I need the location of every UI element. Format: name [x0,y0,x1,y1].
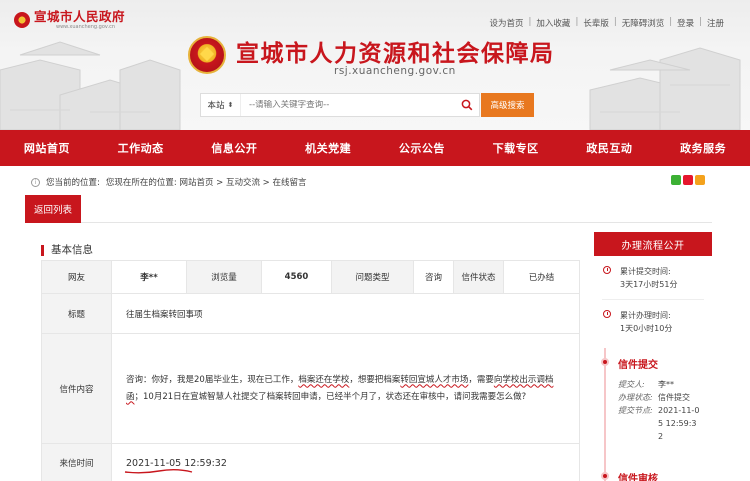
breadcrumb: i 您当前的位置: 您现在所在的位置: 网站首页 > 互动交流 > 在线留言 [31,176,307,188]
table-row: 网友 李** 浏览量 4560 问题类型 咨询 信件状态 已办结 [41,260,580,294]
set-homepage-link[interactable]: 设为首页 [490,17,524,29]
breadcrumb-prefix: 您当前的位置: [46,178,100,188]
title-value: 往届生档案转回事项 [111,293,580,334]
submitter-label: 提交人: [618,380,645,389]
info-icon: i [31,177,40,187]
highlight-text: 转回宣城人才市场 [400,374,469,385]
divider [602,299,704,300]
time-label: 来信时间 [41,443,112,481]
gov-domain: www.xuancheng.gov.cn [56,24,115,30]
nav-home[interactable]: 网站首页 [0,130,94,166]
back-bar: 返回列表 [25,195,712,223]
search-input[interactable] [241,100,455,110]
total-submit-stat: 累计提交时间: 3天17小时51分 [594,265,712,291]
handle-status-value: 信件提交 [658,393,690,402]
total-handle-value: 1天0小时10分 [620,324,673,333]
divider: | [528,17,532,27]
divider: | [613,17,617,27]
nav-work-news[interactable]: 工作动态 [94,130,188,166]
total-submit-label: 累计提交时间: [620,267,671,276]
letter-content: 咨询：你好，我是20届毕业生，现在已工作，档案还在学校，想要把档案转回宣城人才市… [111,333,580,444]
updown-arrow-icon: ⬍ [227,101,234,109]
divider: | [699,17,702,27]
type-label: 问题类型 [331,260,414,294]
highlight-text: 档案还在学校 [298,374,350,385]
add-favorite-link[interactable]: 加入收藏 [536,17,570,29]
process-panel-title: 办理流程公开 [594,232,712,256]
views-label: 浏览量 [186,260,262,294]
site-title: 宣城市人力资源和社会保障局 [236,41,555,67]
nav-info-disclosure[interactable]: 信息公开 [188,130,282,166]
nav-downloads[interactable]: 下载专区 [469,130,563,166]
nav-services[interactable]: 政务服务 [656,130,750,166]
user-label: 网友 [41,260,112,294]
search-scope-value: 本站 [207,101,225,111]
time-cell: 2021-11-05 12:59:32 [111,443,580,481]
process-panel: 办理流程公开 累计提交时间: 3天17小时51分 累计办理时间: 1天0小时10… [594,232,712,481]
site-domain: rsj.xuancheng.gov.cn [334,65,456,77]
step-submit-title: 信件提交 [618,360,658,371]
gov-name: 宣城市人民政府 [34,9,126,24]
submit-time-label: 提交节点: [618,406,653,415]
content-text: ，想要把档案 [349,374,401,385]
total-handle-stat: 累计办理时间: 1天0小时10分 [594,309,712,335]
back-to-list-button[interactable]: 返回列表 [25,195,81,223]
table-row: 信件内容 咨询：你好，我是20届毕业生，现在已工作，档案还在学校，想要把档案转回… [41,333,580,444]
main-nav: 网站首页 工作动态 信息公开 机关党建 公示公告 下载专区 政民互动 政务服务 [0,130,750,166]
register-link[interactable]: 注册 [707,17,724,29]
views-value: 4560 [261,260,332,294]
status-label: 信件状态 [453,260,504,294]
total-handle-label: 累计办理时间: [620,311,671,320]
clock-icon [603,310,611,318]
table-row: 来信时间 2021-11-05 12:59:32 [41,443,580,481]
content-text: ，需要 [468,374,494,385]
weibo-icon[interactable] [683,175,693,185]
search-box: 本站 ⬍ [200,93,480,117]
submitter-value: 李** [658,380,674,389]
user-value: 李** [111,260,187,294]
content-text: 咨询：你好，我是20届毕业生，现在已工作， [126,374,299,385]
time-value-wrap: 2021-11-05 12:59:32 [124,458,227,473]
share-buttons [671,175,705,185]
step-review-title: 信件审核 [618,474,658,481]
nav-notices[interactable]: 公示公告 [375,130,469,166]
table-row: 标题 往届生档案转回事项 [41,293,580,334]
top-links: 设为首页 | 加入收藏 | 长辈版 | 无障碍浏览 | 登录 | 注册 [490,17,724,29]
breadcrumb-path[interactable]: 您现在所在的位置: 网站首页 > 互动交流 > 在线留言 [106,176,307,188]
nav-interaction[interactable]: 政民互动 [563,130,657,166]
content-text: ；10月21日在宣城智慧人社提交了档案转回申请，已经半个月了，状态还在审核中，请… [134,391,527,402]
handwritten-underline [124,468,193,473]
type-value: 咨询 [413,260,454,294]
site-emblem-icon [188,36,226,74]
status-value: 已办结 [503,260,580,294]
step-submit-detail: 提交人: 李** 办理状态: 信件提交 提交节点: 2021-11-05 12:59:… [618,378,700,443]
section-title: 基本信息 [41,245,93,256]
search-icon[interactable] [455,94,479,116]
gov-logo[interactable]: 宣城市人民政府 www.xuancheng.gov.cn [14,10,125,30]
basic-info-table: 网友 李** 浏览量 4560 问题类型 咨询 信件状态 已办结 标题 往届生档… [41,260,580,481]
submit-time-value: 2021-11-05 12:59:32 [658,406,700,441]
title-label: 标题 [41,293,112,334]
login-link[interactable]: 登录 [677,17,694,29]
content-label: 信件内容 [41,333,112,444]
advanced-search-button[interactable]: 高级搜索 [481,93,534,117]
search-scope-select[interactable]: 本站 ⬍ [201,94,241,116]
national-emblem-icon [14,12,30,28]
timeline-line [604,348,606,481]
clock-icon [603,266,611,274]
nav-party[interactable]: 机关党建 [281,130,375,166]
accessibility-link[interactable]: 无障碍浏览 [622,17,665,29]
elder-version-link[interactable]: 长辈版 [583,17,609,29]
qzone-icon[interactable] [695,175,705,185]
site-header: 宣城市人民政府 www.xuancheng.gov.cn 设为首页 | 加入收藏 |… [0,0,750,130]
divider: | [669,17,673,27]
total-submit-value: 3天17小时51分 [620,280,678,289]
divider: | [575,17,579,27]
handle-status-label: 办理状态: [618,393,653,402]
timeline-dot-icon [601,472,609,480]
wechat-icon[interactable] [671,175,681,185]
timeline-dot-icon [601,358,609,366]
